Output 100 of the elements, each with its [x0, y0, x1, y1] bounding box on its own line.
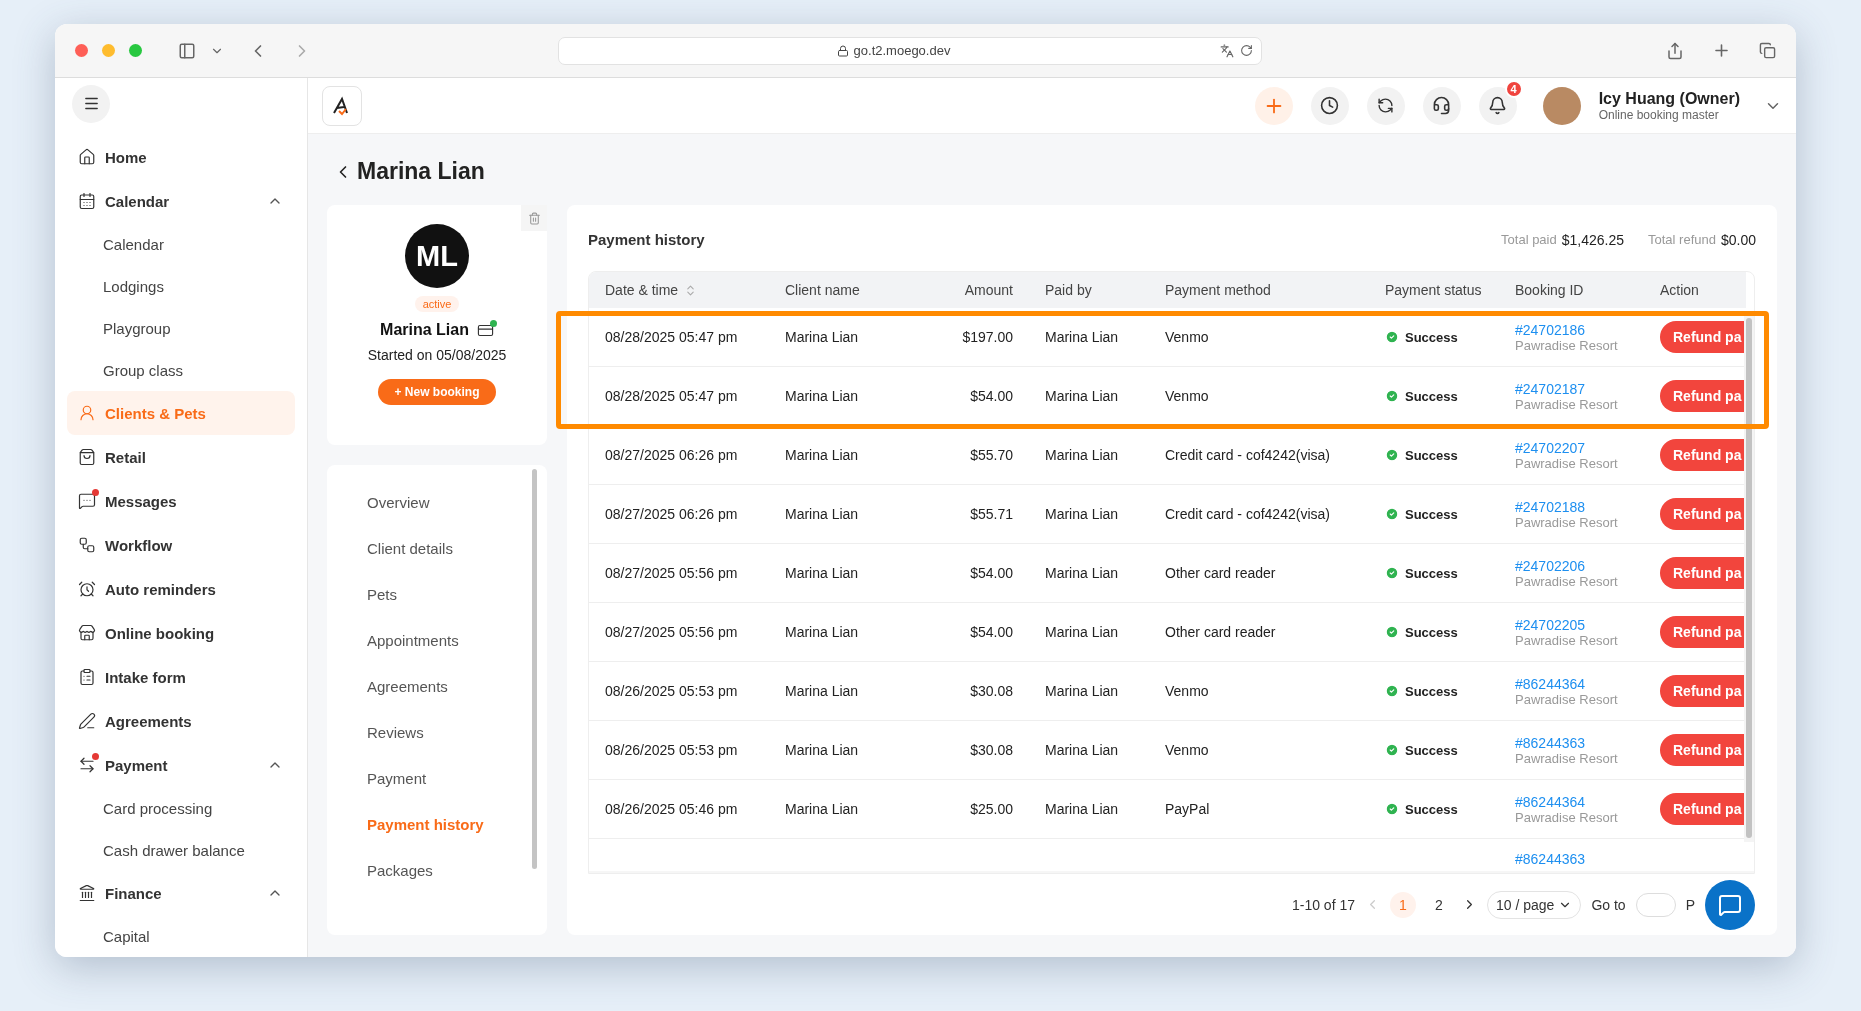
- refund-button[interactable]: Refund pa: [1660, 321, 1746, 354]
- user-role: Online booking master: [1598, 107, 1720, 122]
- column-header: Payment method: [1165, 282, 1271, 299]
- table-cell-text: $55.70: [969, 447, 1014, 464]
- nav-icon: [78, 712, 96, 730]
- scrollbar[interactable]: [532, 469, 537, 869]
- table-cell-text: Marina Lian: [784, 506, 860, 523]
- card-icon: [476, 321, 494, 339]
- table-cell-text: Venmo: [1164, 683, 1210, 700]
- nav-icon: [78, 668, 96, 686]
- status-text: Success: [1405, 388, 1458, 404]
- column-header: Amount: [964, 282, 1013, 299]
- success-icon: [1385, 684, 1399, 699]
- nav-icon: [78, 448, 96, 466]
- sidebar-subitem[interactable]: Calendar: [67, 223, 295, 265]
- client-nav-item[interactable]: Pets: [367, 571, 547, 617]
- sidebar-subitem[interactable]: Playgroup: [67, 307, 295, 349]
- sidebar-subitem[interactable]: Cash drawer balance: [67, 829, 295, 871]
- close-window-button[interactable]: [75, 44, 88, 57]
- table-cell-text: Marina Lian: [1044, 329, 1120, 346]
- sidebar-subitem[interactable]: Lodgings: [67, 265, 295, 307]
- sidebar-item[interactable]: Agreements: [67, 699, 295, 743]
- chat-button[interactable]: [1705, 879, 1755, 930]
- new-tab-icon[interactable]: [1712, 41, 1731, 60]
- sidebar-item[interactable]: Auto reminders: [67, 567, 295, 611]
- table-cell-text: Marina Lian: [1044, 506, 1120, 523]
- sidebar-item[interactable]: Home: [67, 135, 295, 179]
- location-text: Pawradise Resort: [1515, 337, 1619, 353]
- sidebar-subitem[interactable]: Group class: [67, 349, 295, 391]
- refund-button[interactable]: Refund pa: [1660, 793, 1746, 826]
- total-paid-label: Total paid: [1501, 232, 1557, 248]
- reload-icon[interactable]: [1240, 44, 1253, 57]
- logo-icon[interactable]: [322, 85, 362, 126]
- goto-input[interactable]: [1635, 892, 1676, 917]
- address-bar[interactable]: go.t2.moego.dev: [558, 36, 1262, 65]
- status-text: Success: [1405, 624, 1458, 640]
- table-cell-text: Marina Lian: [784, 801, 860, 818]
- location-text: Pawradise Resort: [1515, 809, 1619, 825]
- sidebar-item[interactable]: Intake form: [67, 655, 295, 699]
- column-header: Payment status: [1385, 282, 1482, 299]
- refund-button[interactable]: Refund pa: [1660, 557, 1746, 590]
- table-cell-text: 08/28/2025 05:47 pm: [604, 388, 739, 405]
- table-cell-text: Marina Lian: [1044, 447, 1120, 464]
- status-text: Success: [1405, 565, 1458, 581]
- sidebar-item[interactable]: Workflow: [67, 523, 295, 567]
- client-nav-item[interactable]: Agreements: [367, 663, 547, 709]
- tabs-overview-icon[interactable]: [1759, 42, 1776, 59]
- sidebar-item[interactable]: Messages: [67, 479, 295, 523]
- status-text: Success: [1405, 683, 1458, 699]
- table-cell-text: Other card reader: [1164, 624, 1277, 641]
- client-nav-item[interactable]: Client details: [367, 525, 547, 571]
- nav-icon: [78, 756, 96, 774]
- client-nav-item[interactable]: Appointments: [367, 617, 547, 663]
- client-nav-item[interactable]: Overview: [367, 479, 547, 525]
- refund-button[interactable]: Refund pa: [1660, 734, 1746, 767]
- page-button[interactable]: 2: [1426, 891, 1452, 918]
- headset-button[interactable]: [1422, 86, 1461, 125]
- total-paid-value: $1,426.25: [1561, 231, 1624, 248]
- add-button[interactable]: [1254, 86, 1293, 125]
- total-refund-value: $0.00: [1720, 231, 1756, 248]
- refund-button[interactable]: Refund pa: [1660, 380, 1746, 413]
- location-text: Pawradise Resort: [1515, 573, 1619, 589]
- table-cell-text: 08/27/2025 05:56 pm: [604, 624, 739, 641]
- column-header: Booking ID: [1515, 282, 1584, 299]
- page-size-select[interactable]: 10 / page: [1487, 890, 1582, 919]
- table-cell-text: 08/26/2025 05:53 pm: [604, 742, 739, 759]
- client-nav-item[interactable]: Reviews: [367, 709, 547, 755]
- scrollbar[interactable]: [1744, 314, 1754, 843]
- avatar-photo-placeholder: [1542, 86, 1581, 125]
- pagination-range: 1-10 of 17: [1291, 896, 1355, 913]
- table-cell-text: $55.71: [969, 506, 1014, 523]
- sidebar-item[interactable]: Calendar: [67, 179, 295, 223]
- sidebar-item[interactable]: Online booking: [67, 611, 295, 655]
- status-text: Success: [1405, 801, 1458, 817]
- client-nav-item[interactable]: Packages: [367, 847, 547, 893]
- client-nav-item[interactable]: Payment: [367, 755, 547, 801]
- refund-button[interactable]: Refund pa: [1660, 498, 1746, 531]
- card-title: Payment history: [588, 231, 705, 249]
- translate-icon[interactable]: [1220, 43, 1234, 58]
- nav-icon: [78, 624, 96, 642]
- sidebar-subitem[interactable]: Card processing: [67, 787, 295, 829]
- refund-button[interactable]: Refund pa: [1660, 616, 1746, 649]
- sidebar-item[interactable]: Retail: [67, 435, 295, 479]
- sidebar-subitem[interactable]: Capital: [67, 915, 295, 957]
- sidebar-item[interactable]: Payment: [67, 743, 295, 787]
- table-cell-text: $30.08: [969, 683, 1014, 700]
- column-header: Action: [1660, 282, 1699, 299]
- share-icon[interactable]: [1666, 41, 1684, 60]
- sidebar-item[interactable]: Finance: [67, 871, 295, 915]
- sidebar-toggle-icon[interactable]: [178, 41, 196, 60]
- sync-button[interactable]: [1366, 86, 1405, 125]
- table-cell-text: $54.00: [969, 565, 1014, 582]
- trash-icon: [527, 211, 541, 225]
- success-icon: [1385, 566, 1399, 581]
- clock-button[interactable]: [1310, 86, 1349, 125]
- table-cell-text: $54.00: [969, 624, 1014, 641]
- refund-button[interactable]: Refund pa: [1660, 675, 1746, 708]
- menu-button[interactable]: [72, 84, 110, 123]
- success-icon: [1385, 389, 1399, 404]
- refund-button[interactable]: Refund pa: [1660, 439, 1746, 472]
